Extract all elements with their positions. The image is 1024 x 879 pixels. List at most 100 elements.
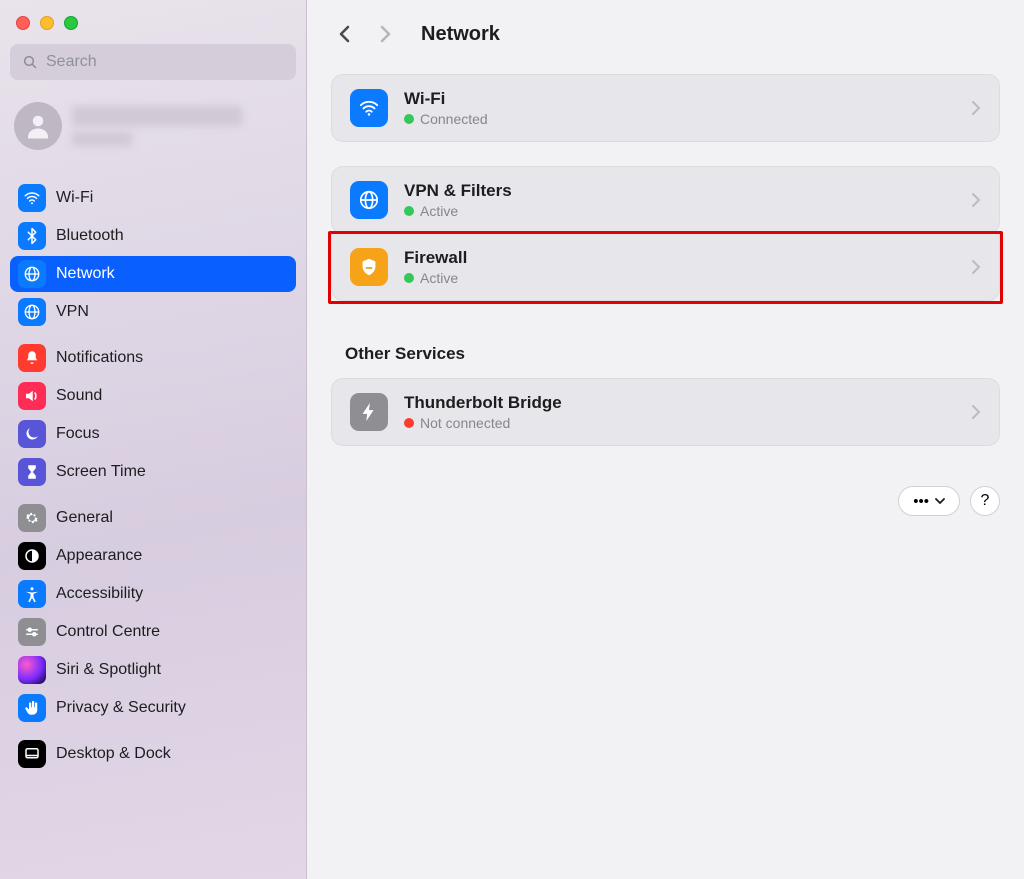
sidebar-item-label: Notifications xyxy=(56,349,143,367)
chevron-down-icon xyxy=(935,497,945,505)
sidebar-item-label: Privacy & Security xyxy=(56,699,186,717)
window-controls xyxy=(10,12,296,44)
status-dot-green xyxy=(404,273,414,283)
sidebar-item-label: Sound xyxy=(56,387,102,405)
sidebar-item-label: Appearance xyxy=(56,547,142,565)
bluetooth-icon xyxy=(18,222,46,250)
sidebar-item-appearance[interactable]: Appearance xyxy=(10,538,296,574)
wifi-icon xyxy=(18,184,46,212)
row-wifi[interactable]: Wi-Fi Connected xyxy=(332,75,999,141)
sidebar-item-label: Wi-Fi xyxy=(56,189,93,207)
annotation-highlight: Firewall Active xyxy=(328,231,1003,304)
sidebar-item-notifications[interactable]: Notifications xyxy=(10,340,296,376)
globe-icon xyxy=(18,260,46,288)
globe-icon xyxy=(350,181,388,219)
row-title: VPN & Filters xyxy=(404,181,955,201)
accessibility-icon xyxy=(18,580,46,608)
sidebar-group-network: Wi-Fi Bluetooth Network VPN xyxy=(10,170,296,330)
user-name xyxy=(72,106,242,146)
status-dot-red xyxy=(404,418,414,428)
forward-button xyxy=(371,20,399,48)
sidebar-item-label: Screen Time xyxy=(56,463,146,481)
chevron-right-icon xyxy=(378,24,392,44)
back-button[interactable] xyxy=(331,20,359,48)
status-dot-green xyxy=(404,114,414,124)
chevron-left-icon xyxy=(338,24,352,44)
sidebar-item-focus[interactable]: Focus xyxy=(10,416,296,452)
row-vpn-filters[interactable]: VPN & Filters Active xyxy=(332,167,999,233)
page-title: Network xyxy=(421,23,500,46)
speaker-icon xyxy=(18,382,46,410)
sidebar-item-privacy-security[interactable]: Privacy & Security xyxy=(10,690,296,726)
sidebar-item-label: Bluetooth xyxy=(56,227,124,245)
row-thunderbolt-bridge[interactable]: Thunderbolt Bridge Not connected xyxy=(332,379,999,445)
row-status: Not connected xyxy=(420,415,510,431)
sidebar-item-sound[interactable]: Sound xyxy=(10,378,296,414)
sidebar-item-label: Control Centre xyxy=(56,623,160,641)
row-title: Thunderbolt Bridge xyxy=(404,393,955,413)
sidebar-group-system: General Appearance Accessibility Control… xyxy=(10,490,296,726)
search-input[interactable] xyxy=(46,53,284,71)
sidebar-item-bluetooth[interactable]: Bluetooth xyxy=(10,218,296,254)
sidebar-item-control-centre[interactable]: Control Centre xyxy=(10,614,296,650)
vpn-globe-icon xyxy=(18,298,46,326)
chevron-right-icon xyxy=(971,404,981,420)
row-firewall[interactable]: Firewall Active xyxy=(332,234,999,300)
row-text: VPN & Filters Active xyxy=(404,181,955,219)
footer: ••• ? xyxy=(331,486,1000,516)
sidebar-item-label: General xyxy=(56,509,113,527)
row-status: Connected xyxy=(420,111,488,127)
gear-icon xyxy=(18,504,46,532)
status-dot-green xyxy=(404,206,414,216)
sidebar-item-wifi[interactable]: Wi-Fi xyxy=(10,180,296,216)
sidebar-item-desktop-dock[interactable]: Desktop & Dock xyxy=(10,736,296,772)
row-group-vpn: VPN & Filters Active xyxy=(331,166,1000,234)
row-group-firewall: Firewall Active xyxy=(331,234,1000,301)
sidebar-item-label: Desktop & Dock xyxy=(56,745,171,763)
close-window-button[interactable] xyxy=(16,16,30,30)
sidebar-item-general[interactable]: General xyxy=(10,500,296,536)
sidebar-item-label: Accessibility xyxy=(56,585,143,603)
minimize-window-button[interactable] xyxy=(40,16,54,30)
row-text: Thunderbolt Bridge Not connected xyxy=(404,393,955,431)
sidebar-item-vpn[interactable]: VPN xyxy=(10,294,296,330)
row-text: Firewall Active xyxy=(404,248,955,286)
hourglass-icon xyxy=(18,458,46,486)
thunderbolt-icon xyxy=(350,393,388,431)
sidebar-group-desktop: Desktop & Dock xyxy=(10,726,296,772)
search-field[interactable] xyxy=(10,44,296,80)
sidebar-item-label: VPN xyxy=(56,303,89,321)
sidebar: Wi-Fi Bluetooth Network VPN Notificat xyxy=(0,0,307,879)
main-panel: Network Wi-Fi Connected VPN & Filter xyxy=(307,0,1024,879)
row-status: Active xyxy=(420,270,458,286)
zoom-window-button[interactable] xyxy=(64,16,78,30)
sidebar-item-network[interactable]: Network xyxy=(10,256,296,292)
hand-icon xyxy=(18,694,46,722)
siri-icon xyxy=(18,656,46,684)
sliders-icon xyxy=(18,618,46,646)
section-title-other-services: Other Services xyxy=(345,344,1000,364)
moon-icon xyxy=(18,420,46,448)
dock-icon xyxy=(18,740,46,768)
row-title: Wi-Fi xyxy=(404,89,955,109)
sidebar-group-attention: Notifications Sound Focus Screen Time xyxy=(10,330,296,490)
chevron-right-icon xyxy=(971,192,981,208)
help-button[interactable]: ? xyxy=(970,486,1000,516)
row-group-main: Wi-Fi Connected xyxy=(331,74,1000,142)
avatar xyxy=(14,102,62,150)
apple-id-row[interactable] xyxy=(10,98,296,170)
more-actions-button[interactable]: ••• xyxy=(898,486,960,516)
sidebar-item-label: Network xyxy=(56,265,115,283)
appearance-icon xyxy=(18,542,46,570)
header: Network xyxy=(331,20,1000,48)
row-group-other: Thunderbolt Bridge Not connected xyxy=(331,378,1000,446)
sidebar-item-screen-time[interactable]: Screen Time xyxy=(10,454,296,490)
chevron-right-icon xyxy=(971,259,981,275)
wifi-icon xyxy=(350,89,388,127)
row-title: Firewall xyxy=(404,248,955,268)
sidebar-item-accessibility[interactable]: Accessibility xyxy=(10,576,296,612)
sidebar-item-siri-spotlight[interactable]: Siri & Spotlight xyxy=(10,652,296,688)
shield-icon xyxy=(350,248,388,286)
sidebar-item-label: Focus xyxy=(56,425,100,443)
search-icon xyxy=(22,54,38,70)
